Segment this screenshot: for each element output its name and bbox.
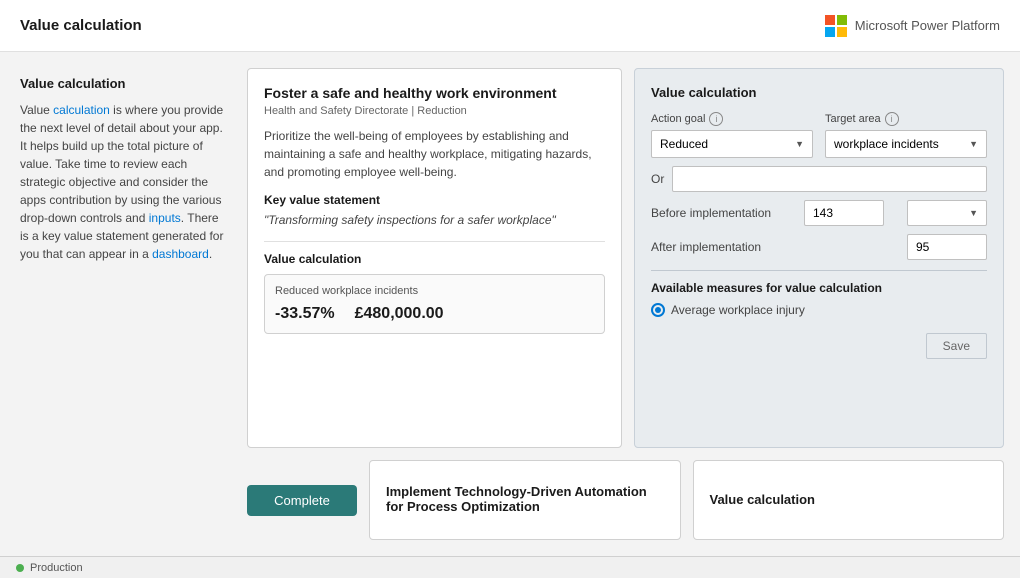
target-area-field: Target area i workplace incidents ▼	[825, 112, 987, 158]
target-area-chevron-icon: ▼	[969, 139, 978, 149]
top-card-row: Foster a safe and healthy work environme…	[247, 68, 1004, 448]
bottom-left-card: Implement Technology-Driven Automation f…	[369, 460, 681, 540]
bottom-right-card-title: Value calculation	[710, 492, 988, 507]
header: Value calculation Microsoft Power Platfo…	[0, 0, 1020, 52]
before-impl-label: Before implementation	[651, 206, 781, 220]
ms-squares-icon	[825, 15, 847, 37]
bottom-row: Complete Implement Technology-Driven Aut…	[247, 460, 1004, 540]
before-impl-select[interactable]: ▼	[907, 200, 987, 226]
status-dot-icon	[16, 564, 24, 572]
ms-logo-text: Microsoft Power Platform	[855, 18, 1000, 33]
bottom-right-card: Value calculation	[693, 460, 1005, 540]
content-area: Foster a safe and healthy work environme…	[247, 68, 1004, 540]
main-content: Value calculation Value calculation is w…	[0, 52, 1020, 556]
bottom-card-title: Implement Technology-Driven Automation f…	[386, 484, 664, 514]
target-area-select[interactable]: workplace incidents ▼	[825, 130, 987, 158]
objective-description: Prioritize the well-being of employees b…	[264, 127, 605, 181]
main-objective-card: Foster a safe and healthy work environme…	[247, 68, 622, 448]
dashboard-link[interactable]: dashboard	[152, 247, 209, 261]
value-box: Reduced workplace incidents -33.57% £480…	[264, 274, 605, 334]
footer-env: Production	[30, 562, 83, 574]
before-impl-row: Before implementation ▼	[651, 200, 987, 226]
after-impl-label: After implementation	[651, 240, 781, 254]
radio-inner	[655, 307, 661, 313]
percentage-value: -33.57%	[275, 305, 335, 323]
header-title: Value calculation	[20, 17, 142, 34]
sidebar: Value calculation Value calculation is w…	[16, 68, 231, 540]
footer: Production	[0, 556, 1020, 578]
action-goal-chevron-icon: ▼	[795, 139, 804, 149]
ms-logo: Microsoft Power Platform	[825, 15, 1000, 37]
or-row: Or	[651, 166, 987, 192]
goal-target-row: Action goal i Reduced ▼ Target area i	[651, 112, 987, 158]
value-calc-section: Value calculation Reduced workplace inci…	[264, 241, 605, 334]
measure-item: Average workplace injury	[651, 303, 987, 317]
value-numbers: -33.57% £480,000.00	[275, 305, 594, 323]
value-calc-panel: Value calculation Action goal i Reduced …	[634, 68, 1004, 448]
value-box-header: Reduced workplace incidents	[275, 285, 594, 297]
action-goal-select[interactable]: Reduced ▼	[651, 130, 813, 158]
target-area-info-icon[interactable]: i	[885, 112, 899, 126]
objective-title: Foster a safe and healthy work environme…	[264, 85, 605, 101]
sidebar-title: Value calculation	[20, 76, 227, 91]
amount-value: £480,000.00	[355, 305, 444, 323]
objective-subtitle: Health and Safety Directorate | Reductio…	[264, 105, 605, 117]
measures-label: Available measures for value calculation	[651, 281, 987, 295]
measures-section: Available measures for value calculation…	[651, 270, 987, 317]
measure-radio[interactable]	[651, 303, 665, 317]
calculation-link[interactable]: calculation	[53, 103, 110, 117]
value-calc-label: Value calculation	[264, 252, 605, 266]
inputs-link[interactable]: inputs	[149, 211, 181, 225]
action-goal-label: Action goal i	[651, 112, 813, 126]
after-impl-input[interactable]	[907, 234, 987, 260]
save-button[interactable]: Save	[926, 333, 987, 359]
measure-label: Average workplace injury	[671, 303, 805, 317]
key-value-label: Key value statement	[264, 193, 605, 207]
action-goal-field: Action goal i Reduced ▼	[651, 112, 813, 158]
vc-title: Value calculation	[651, 85, 987, 100]
target-area-label: Target area i	[825, 112, 987, 126]
or-label: Or	[651, 172, 664, 186]
or-input[interactable]	[672, 166, 987, 192]
before-impl-input[interactable]	[804, 200, 884, 226]
key-value-text: "Transforming safety inspections for a s…	[264, 213, 605, 227]
before-impl-chevron-icon: ▼	[969, 208, 978, 218]
sidebar-description: Value calculation is where you provide t…	[20, 101, 227, 263]
after-impl-row: After implementation	[651, 234, 987, 260]
action-goal-info-icon[interactable]: i	[709, 112, 723, 126]
complete-button[interactable]: Complete	[247, 485, 357, 516]
